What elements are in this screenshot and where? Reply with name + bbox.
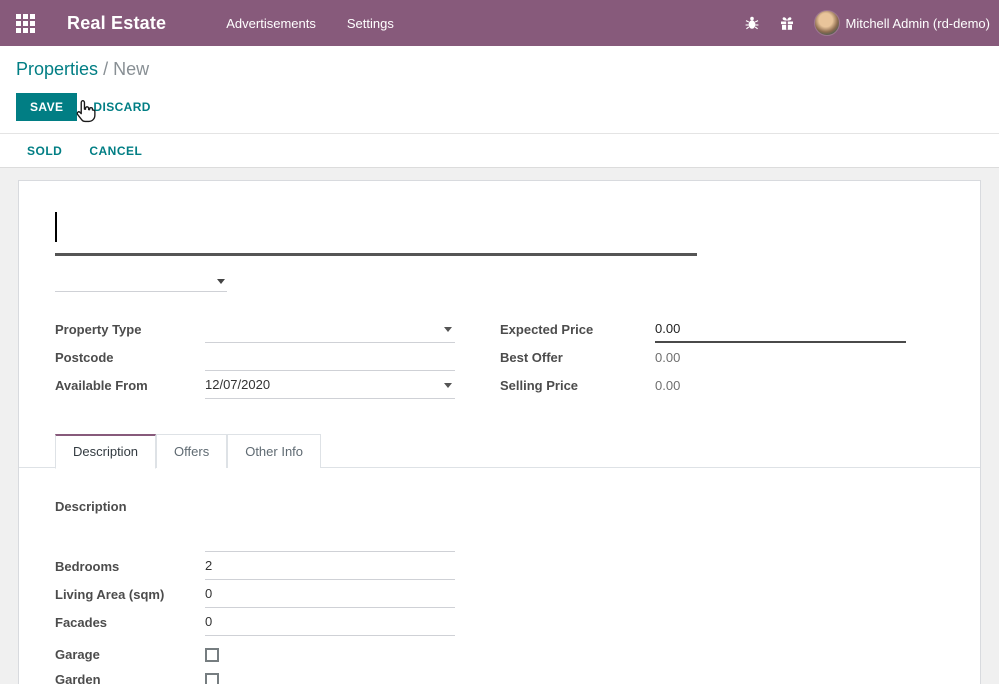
selling-price-label: Selling Price: [500, 371, 655, 399]
available-from-input[interactable]: 12/07/2020: [205, 371, 455, 399]
menu-advertisements[interactable]: Advertisements: [224, 10, 318, 37]
field-row-living-area: Living Area (sqm) 0: [55, 580, 455, 608]
cancel-button[interactable]: CANCEL: [89, 144, 142, 158]
field-row-expected-price: Expected Price 0.00: [500, 315, 906, 343]
apps-menu-button[interactable]: [0, 0, 50, 46]
description-label: Description: [55, 499, 205, 514]
tab-description[interactable]: Description: [55, 434, 156, 469]
property-name-input[interactable]: [55, 212, 697, 256]
field-row-facades: Facades 0: [55, 608, 455, 636]
sold-button[interactable]: SOLD: [27, 144, 62, 158]
field-row-garden: Garden: [55, 667, 455, 684]
best-offer-label: Best Offer: [500, 343, 655, 371]
chevron-down-icon: [217, 279, 225, 284]
top-navbar: Real Estate Advertisements Settings: [0, 0, 999, 46]
control-panel: Properties / New SAVE DISCARD: [0, 46, 999, 134]
breadcrumb-properties-link[interactable]: Properties: [16, 59, 98, 79]
field-row-selling-price: Selling Price 0.00: [500, 371, 906, 399]
user-avatar: [814, 10, 840, 36]
user-menu[interactable]: Mitchell Admin (rd-demo): [814, 10, 991, 36]
breadcrumb: Properties / New: [16, 59, 983, 80]
bedrooms-label: Bedrooms: [55, 552, 205, 580]
garden-label: Garden: [55, 672, 205, 684]
statusbar: SOLD CANCEL: [0, 134, 999, 168]
field-row-postcode: Postcode: [55, 343, 455, 371]
garden-checkbox[interactable]: [205, 673, 219, 684]
save-button[interactable]: SAVE: [16, 93, 77, 121]
property-tags-input[interactable]: [55, 269, 227, 292]
description-input[interactable]: [205, 513, 455, 552]
chevron-down-icon: [444, 383, 452, 388]
field-grid: Property Type Postcode Available From: [55, 315, 940, 399]
available-from-label: Available From: [55, 371, 205, 399]
expected-price-label: Expected Price: [500, 315, 655, 343]
menu-settings[interactable]: Settings: [345, 10, 396, 37]
tab-offers[interactable]: Offers: [156, 434, 227, 468]
expected-price-input[interactable]: 0.00: [655, 315, 906, 343]
field-row-garage: Garage: [55, 642, 455, 667]
living-area-input[interactable]: 0: [205, 580, 455, 608]
selling-price-value: 0.00: [655, 371, 906, 399]
navbar-right: Mitchell Admin (rd-demo): [744, 10, 999, 36]
debug-bug-icon[interactable]: [744, 15, 760, 31]
field-row-available-from: Available From 12/07/2020: [55, 371, 455, 399]
app-title[interactable]: Real Estate: [67, 13, 166, 34]
user-name: Mitchell Admin (rd-demo): [846, 16, 991, 31]
breadcrumb-current: New: [113, 59, 149, 79]
gift-icon[interactable]: [779, 15, 795, 31]
discard-button[interactable]: DISCARD: [93, 100, 150, 114]
facades-label: Facades: [55, 608, 205, 636]
breadcrumb-separator: /: [103, 59, 108, 79]
field-column-left: Property Type Postcode Available From: [55, 315, 455, 399]
facades-input[interactable]: 0: [205, 608, 455, 636]
tab-other-info[interactable]: Other Info: [227, 434, 321, 468]
garage-checkbox[interactable]: [205, 648, 219, 662]
field-row-bedrooms: Bedrooms 2: [55, 552, 455, 580]
control-panel-buttons: SAVE DISCARD: [16, 93, 983, 121]
tab-content-description: Description Bedrooms 2 Living Area (sqm)…: [55, 468, 940, 684]
living-area-label: Living Area (sqm): [55, 580, 205, 608]
field-column-right: Expected Price 0.00 Best Offer 0.00 Sell…: [500, 315, 906, 399]
text-cursor: [55, 212, 57, 242]
chevron-down-icon: [444, 327, 452, 332]
property-type-label: Property Type: [55, 315, 205, 343]
best-offer-value: 0.00: [655, 343, 906, 371]
garage-label: Garage: [55, 647, 205, 662]
form-sheet: Property Type Postcode Available From: [18, 180, 981, 684]
field-row-best-offer: Best Offer 0.00: [500, 343, 906, 371]
grid-icon: [16, 14, 35, 33]
form-view-background: Property Type Postcode Available From: [0, 168, 999, 684]
field-row-property-type: Property Type: [55, 315, 455, 343]
bedrooms-input[interactable]: 2: [205, 552, 455, 580]
property-type-input[interactable]: [205, 315, 455, 343]
nav-menus: Advertisements Settings: [224, 10, 396, 37]
notebook-tabs: Description Offers Other Info: [19, 433, 980, 468]
postcode-input[interactable]: [205, 343, 455, 371]
postcode-label: Postcode: [55, 343, 205, 371]
